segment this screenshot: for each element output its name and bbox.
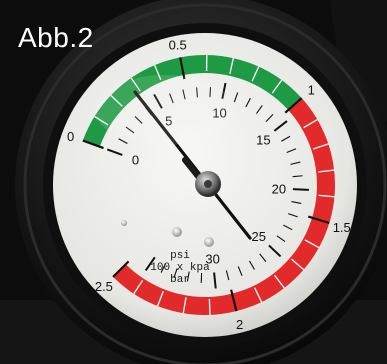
hub-center [204,180,212,188]
psi-tick [292,188,309,191]
unit-bar: bar [170,274,190,286]
bar-label: 2 [236,317,243,332]
bar-label: 1.5 [333,220,351,235]
bar-label: 0.5 [169,38,187,53]
stop-pin [204,237,214,247]
psi-label: 25 [252,229,266,244]
unit-psi: psi [170,250,190,262]
gauge-photo: 00.511.522.5 051015202530 psi 100 x kpa … [0,0,387,364]
bar-tick [208,298,211,315]
bar-label: 1 [308,82,315,97]
stop-pin [121,220,127,226]
scene: 0 0.5 1 1.5 2 2.5 0 5 10 15 20 25 30 psi 100 x kpa … [0,0,387,364]
psi-label: 15 [256,132,270,147]
bar-label: 2.5 [95,279,113,294]
glass-reflection [95,75,235,145]
bar-label: 0 [67,129,74,144]
unit-kpa: 100 x kpa [150,262,210,274]
figure-caption: Abb.2 [18,22,94,53]
psi-label: 0 [132,153,139,168]
psi-label: 20 [272,182,286,197]
stop-pin [172,227,182,237]
